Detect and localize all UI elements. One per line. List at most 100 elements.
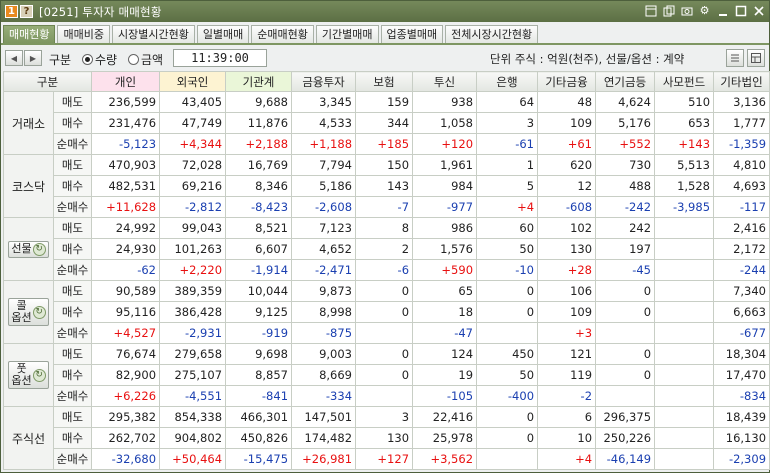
title-bar: 1 ? [0251] 투자자 매매현황 ⚙ xyxy=(1,1,769,22)
value-cell: 8,521 xyxy=(225,217,293,239)
tab-3[interactable]: 일별매매 xyxy=(196,25,250,43)
value-cell: 72,028 xyxy=(159,154,227,176)
value-cell: -2,608 xyxy=(291,196,357,218)
next-arrow-button[interactable]: ▶ xyxy=(24,50,42,66)
value-cell: 275,107 xyxy=(159,364,227,386)
value-cell: +26,981 xyxy=(291,448,357,470)
value-cell: 109 xyxy=(537,301,597,323)
value-cell: 1,058 xyxy=(412,112,478,134)
group-label: 선물 xyxy=(11,242,32,255)
value-cell xyxy=(595,385,656,407)
value-cell: +4 xyxy=(476,196,539,218)
group-label-line: 옵션 xyxy=(11,311,32,324)
column-header-1[interactable]: 개인 xyxy=(91,71,161,92)
column-header-0[interactable]: 구분 xyxy=(2,71,93,92)
column-header-6[interactable]: 투신 xyxy=(412,71,478,92)
column-header-10[interactable]: 사모펀드 xyxy=(654,71,715,92)
group-button[interactable]: 선물 ↻ xyxy=(8,240,49,258)
group-label: 풋 옵션 xyxy=(11,363,31,387)
value-cell: 7,794 xyxy=(291,154,357,176)
tab-6[interactable]: 업종별매매 xyxy=(380,25,444,43)
value-cell: +590 xyxy=(412,259,478,281)
close-icon[interactable] xyxy=(752,4,765,17)
value-cell: 0 xyxy=(595,280,656,302)
row-label: 매수 xyxy=(52,427,93,449)
value-cell: 0 xyxy=(476,280,539,302)
refresh-icon[interactable]: ↻ xyxy=(32,368,46,382)
value-cell: 1 xyxy=(476,154,539,176)
minimize-icon[interactable] xyxy=(716,4,729,17)
value-cell: -919 xyxy=(225,322,293,344)
value-cell: 4,533 xyxy=(291,112,357,134)
table-row: 순매수 -32,680 +50,464 -15,475 +26,981 +127 +3,56… xyxy=(4,448,770,470)
radio-quantity[interactable]: 수량 xyxy=(82,51,117,68)
refresh-icon[interactable]: ↻ xyxy=(32,242,46,256)
value-cell: -15,475 xyxy=(225,448,293,470)
chart-view-icon[interactable] xyxy=(747,49,765,67)
gear-icon[interactable]: ⚙ xyxy=(698,4,711,17)
header-row: 구분 개인 외국인 기관계 금융투자 보험 투신 은행 기타금융 연기금등 사모펀드 기타법인 xyxy=(2,71,770,92)
tab-5[interactable]: 기간별매매 xyxy=(315,25,379,43)
value-cell: 4,652 xyxy=(291,238,357,260)
radio-amount-circle[interactable] xyxy=(128,54,139,65)
list-view-icon[interactable] xyxy=(726,49,744,67)
value-cell: 60 xyxy=(476,217,539,239)
value-cell: -117 xyxy=(713,196,770,218)
value-cell: 7,340 xyxy=(713,280,770,302)
value-cell: 3 xyxy=(476,112,539,134)
value-cell: +185 xyxy=(355,133,414,155)
row-label: 순매수 xyxy=(52,196,93,218)
tab-0[interactable]: 매매현황 xyxy=(3,25,56,43)
value-cell: 0 xyxy=(595,301,656,323)
window-icon[interactable] xyxy=(644,4,657,17)
value-cell: +143 xyxy=(654,133,715,155)
column-header-8[interactable]: 기타금융 xyxy=(537,71,597,92)
value-cell: +2,188 xyxy=(225,133,293,155)
row-label: 매도 xyxy=(52,217,93,239)
column-header-5[interactable]: 보험 xyxy=(355,71,414,92)
value-cell: 510 xyxy=(654,91,715,113)
radio-amount[interactable]: 금액 xyxy=(128,51,163,68)
prev-arrow-button[interactable]: ◀ xyxy=(5,50,23,66)
value-cell: -1,359 xyxy=(713,133,770,155)
value-cell: 124 xyxy=(412,343,478,365)
row-label: 매수 xyxy=(52,238,93,260)
camera-icon[interactable] xyxy=(680,4,693,17)
column-header-9[interactable]: 연기금등 xyxy=(595,71,656,92)
refresh-icon[interactable]: ↻ xyxy=(32,305,46,319)
value-cell: 95,116 xyxy=(91,301,161,323)
copy-icon[interactable] xyxy=(662,4,675,17)
column-header-11[interactable]: 기타법인 xyxy=(713,71,770,92)
help-icon[interactable]: ? xyxy=(20,5,33,18)
value-cell: +4 xyxy=(537,448,597,470)
value-cell: 0 xyxy=(595,343,656,365)
column-header-3[interactable]: 기관계 xyxy=(225,71,293,92)
tab-1[interactable]: 매매비중 xyxy=(57,25,110,43)
value-cell: 1,961 xyxy=(412,154,478,176)
tab-2[interactable]: 시장별시간현황 xyxy=(111,25,195,43)
value-cell: 18,439 xyxy=(713,406,770,428)
screen-number-badge[interactable]: 1 xyxy=(5,5,18,18)
group-button[interactable]: 콜 옵션 ↻ xyxy=(8,298,49,326)
value-cell: 9,698 xyxy=(225,343,293,365)
column-header-2[interactable]: 외국인 xyxy=(159,71,227,92)
value-cell: 3,136 xyxy=(713,91,770,113)
value-cell: -875 xyxy=(291,322,357,344)
tab-4[interactable]: 순매매현황 xyxy=(251,25,314,43)
value-cell: 9,688 xyxy=(225,91,293,113)
value-cell: 231,476 xyxy=(91,112,161,134)
group-button[interactable]: 풋 옵션 ↻ xyxy=(8,361,49,389)
time-input[interactable]: 11:39:00 xyxy=(173,49,267,67)
value-cell: +120 xyxy=(412,133,478,155)
tab-7[interactable]: 전체시장시간현황 xyxy=(445,25,539,43)
value-cell xyxy=(654,238,715,260)
column-header-4[interactable]: 금융투자 xyxy=(291,71,357,92)
column-header-7[interactable]: 은행 xyxy=(476,71,539,92)
maximize-icon[interactable] xyxy=(734,4,747,17)
value-cell: -334 xyxy=(291,385,357,407)
value-cell xyxy=(595,322,656,344)
radio-quantity-circle[interactable] xyxy=(82,54,93,65)
value-cell: 82,900 xyxy=(91,364,161,386)
value-cell: 0 xyxy=(476,301,539,323)
value-cell: 854,338 xyxy=(159,406,227,428)
